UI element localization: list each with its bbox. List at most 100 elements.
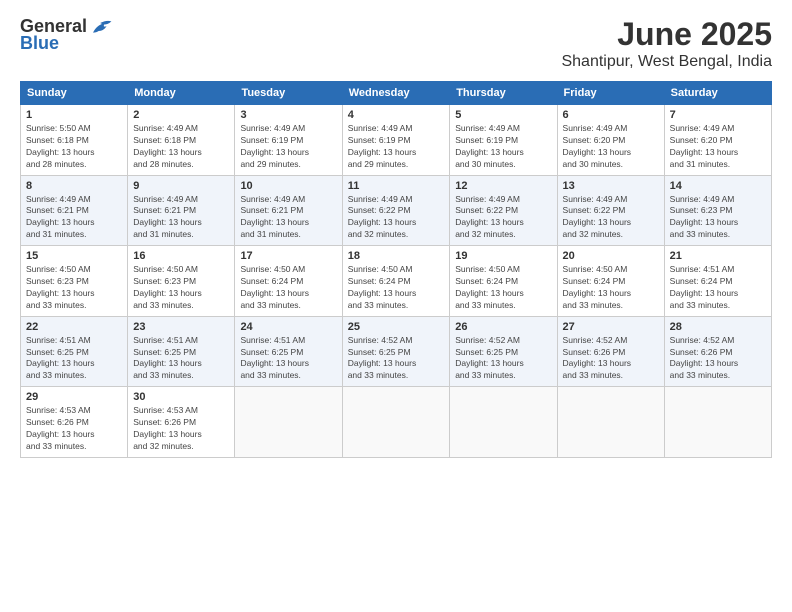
title-section: June 2025 Shantipur, West Bengal, India [561,16,772,71]
day-cell: 24 Sunrise: 4:51 AM Sunset: 6:25 PM Dayl… [235,316,342,387]
header-cell-thursday: Thursday [450,82,557,105]
day-cell: 17 Sunrise: 4:50 AM Sunset: 6:24 PM Dayl… [235,246,342,317]
day-info: Sunrise: 4:50 AM Sunset: 6:24 PM Dayligh… [563,264,659,312]
day-cell: 13 Sunrise: 4:49 AM Sunset: 6:22 PM Dayl… [557,175,664,246]
day-cell [557,387,664,458]
day-number: 21 [670,250,766,262]
day-info: Sunrise: 4:52 AM Sunset: 6:25 PM Dayligh… [455,335,551,383]
day-number: 1 [26,109,122,121]
subtitle: Shantipur, West Bengal, India [561,53,772,71]
day-number: 11 [348,180,445,192]
day-cell: 7 Sunrise: 4:49 AM Sunset: 6:20 PM Dayli… [664,105,771,176]
day-number: 9 [133,180,229,192]
day-number: 12 [455,180,551,192]
day-cell: 14 Sunrise: 4:49 AM Sunset: 6:23 PM Dayl… [664,175,771,246]
day-cell: 15 Sunrise: 4:50 AM Sunset: 6:23 PM Dayl… [21,246,128,317]
day-number: 26 [455,321,551,333]
logo-bird-icon [89,18,113,36]
day-cell: 22 Sunrise: 4:51 AM Sunset: 6:25 PM Dayl… [21,316,128,387]
day-info: Sunrise: 4:49 AM Sunset: 6:22 PM Dayligh… [563,194,659,242]
day-number: 20 [563,250,659,262]
day-number: 10 [240,180,336,192]
header-cell-monday: Monday [128,82,235,105]
day-info: Sunrise: 4:50 AM Sunset: 6:23 PM Dayligh… [133,264,229,312]
calendar-body: 1 Sunrise: 5:50 AM Sunset: 6:18 PM Dayli… [21,105,772,458]
day-number: 23 [133,321,229,333]
day-info: Sunrise: 4:49 AM Sunset: 6:20 PM Dayligh… [563,123,659,171]
day-cell: 30 Sunrise: 4:53 AM Sunset: 6:26 PM Dayl… [128,387,235,458]
page: General Blue June 2025 Shantipur, West B… [0,0,792,612]
day-info: Sunrise: 5:50 AM Sunset: 6:18 PM Dayligh… [26,123,122,171]
day-info: Sunrise: 4:51 AM Sunset: 6:25 PM Dayligh… [133,335,229,383]
week-row-2: 8 Sunrise: 4:49 AM Sunset: 6:21 PM Dayli… [21,175,772,246]
day-cell: 18 Sunrise: 4:50 AM Sunset: 6:24 PM Dayl… [342,246,450,317]
day-number: 15 [26,250,122,262]
day-cell: 29 Sunrise: 4:53 AM Sunset: 6:26 PM Dayl… [21,387,128,458]
day-cell: 19 Sunrise: 4:50 AM Sunset: 6:24 PM Dayl… [450,246,557,317]
day-cell [235,387,342,458]
day-info: Sunrise: 4:53 AM Sunset: 6:26 PM Dayligh… [133,405,229,453]
day-cell: 21 Sunrise: 4:51 AM Sunset: 6:24 PM Dayl… [664,246,771,317]
day-info: Sunrise: 4:49 AM Sunset: 6:19 PM Dayligh… [455,123,551,171]
day-info: Sunrise: 4:50 AM Sunset: 6:24 PM Dayligh… [240,264,336,312]
day-number: 14 [670,180,766,192]
day-number: 6 [563,109,659,121]
day-info: Sunrise: 4:49 AM Sunset: 6:18 PM Dayligh… [133,123,229,171]
day-number: 3 [240,109,336,121]
day-info: Sunrise: 4:50 AM Sunset: 6:24 PM Dayligh… [348,264,445,312]
day-info: Sunrise: 4:49 AM Sunset: 6:22 PM Dayligh… [455,194,551,242]
header-cell-tuesday: Tuesday [235,82,342,105]
day-info: Sunrise: 4:49 AM Sunset: 6:22 PM Dayligh… [348,194,445,242]
day-cell: 10 Sunrise: 4:49 AM Sunset: 6:21 PM Dayl… [235,175,342,246]
logo: General Blue [20,16,113,54]
week-row-5: 29 Sunrise: 4:53 AM Sunset: 6:26 PM Dayl… [21,387,772,458]
day-number: 17 [240,250,336,262]
day-cell: 27 Sunrise: 4:52 AM Sunset: 6:26 PM Dayl… [557,316,664,387]
day-cell [450,387,557,458]
week-row-3: 15 Sunrise: 4:50 AM Sunset: 6:23 PM Dayl… [21,246,772,317]
day-info: Sunrise: 4:50 AM Sunset: 6:24 PM Dayligh… [455,264,551,312]
day-number: 19 [455,250,551,262]
header-cell-friday: Friday [557,82,664,105]
day-info: Sunrise: 4:52 AM Sunset: 6:25 PM Dayligh… [348,335,445,383]
day-number: 22 [26,321,122,333]
day-cell: 28 Sunrise: 4:52 AM Sunset: 6:26 PM Dayl… [664,316,771,387]
day-info: Sunrise: 4:51 AM Sunset: 6:25 PM Dayligh… [26,335,122,383]
day-cell: 9 Sunrise: 4:49 AM Sunset: 6:21 PM Dayli… [128,175,235,246]
day-cell: 20 Sunrise: 4:50 AM Sunset: 6:24 PM Dayl… [557,246,664,317]
day-cell [342,387,450,458]
day-cell: 16 Sunrise: 4:50 AM Sunset: 6:23 PM Dayl… [128,246,235,317]
day-cell [664,387,771,458]
day-cell: 8 Sunrise: 4:49 AM Sunset: 6:21 PM Dayli… [21,175,128,246]
day-number: 18 [348,250,445,262]
day-number: 24 [240,321,336,333]
day-info: Sunrise: 4:49 AM Sunset: 6:21 PM Dayligh… [26,194,122,242]
day-cell: 12 Sunrise: 4:49 AM Sunset: 6:22 PM Dayl… [450,175,557,246]
day-info: Sunrise: 4:51 AM Sunset: 6:25 PM Dayligh… [240,335,336,383]
day-number: 27 [563,321,659,333]
day-number: 7 [670,109,766,121]
day-number: 4 [348,109,445,121]
header-cell-wednesday: Wednesday [342,82,450,105]
calendar-header: SundayMondayTuesdayWednesdayThursdayFrid… [21,82,772,105]
header-row: SundayMondayTuesdayWednesdayThursdayFrid… [21,82,772,105]
day-info: Sunrise: 4:49 AM Sunset: 6:21 PM Dayligh… [240,194,336,242]
header-cell-sunday: Sunday [21,82,128,105]
day-info: Sunrise: 4:50 AM Sunset: 6:23 PM Dayligh… [26,264,122,312]
day-cell: 1 Sunrise: 5:50 AM Sunset: 6:18 PM Dayli… [21,105,128,176]
day-number: 29 [26,391,122,403]
day-cell: 4 Sunrise: 4:49 AM Sunset: 6:19 PM Dayli… [342,105,450,176]
day-info: Sunrise: 4:49 AM Sunset: 6:19 PM Dayligh… [240,123,336,171]
day-cell: 11 Sunrise: 4:49 AM Sunset: 6:22 PM Dayl… [342,175,450,246]
day-info: Sunrise: 4:52 AM Sunset: 6:26 PM Dayligh… [670,335,766,383]
day-cell: 26 Sunrise: 4:52 AM Sunset: 6:25 PM Dayl… [450,316,557,387]
day-cell: 6 Sunrise: 4:49 AM Sunset: 6:20 PM Dayli… [557,105,664,176]
header: General Blue June 2025 Shantipur, West B… [20,16,772,71]
day-cell: 3 Sunrise: 4:49 AM Sunset: 6:19 PM Dayli… [235,105,342,176]
day-info: Sunrise: 4:53 AM Sunset: 6:26 PM Dayligh… [26,405,122,453]
day-info: Sunrise: 4:49 AM Sunset: 6:23 PM Dayligh… [670,194,766,242]
day-number: 30 [133,391,229,403]
day-cell: 25 Sunrise: 4:52 AM Sunset: 6:25 PM Dayl… [342,316,450,387]
main-title: June 2025 [561,16,772,53]
day-info: Sunrise: 4:52 AM Sunset: 6:26 PM Dayligh… [563,335,659,383]
